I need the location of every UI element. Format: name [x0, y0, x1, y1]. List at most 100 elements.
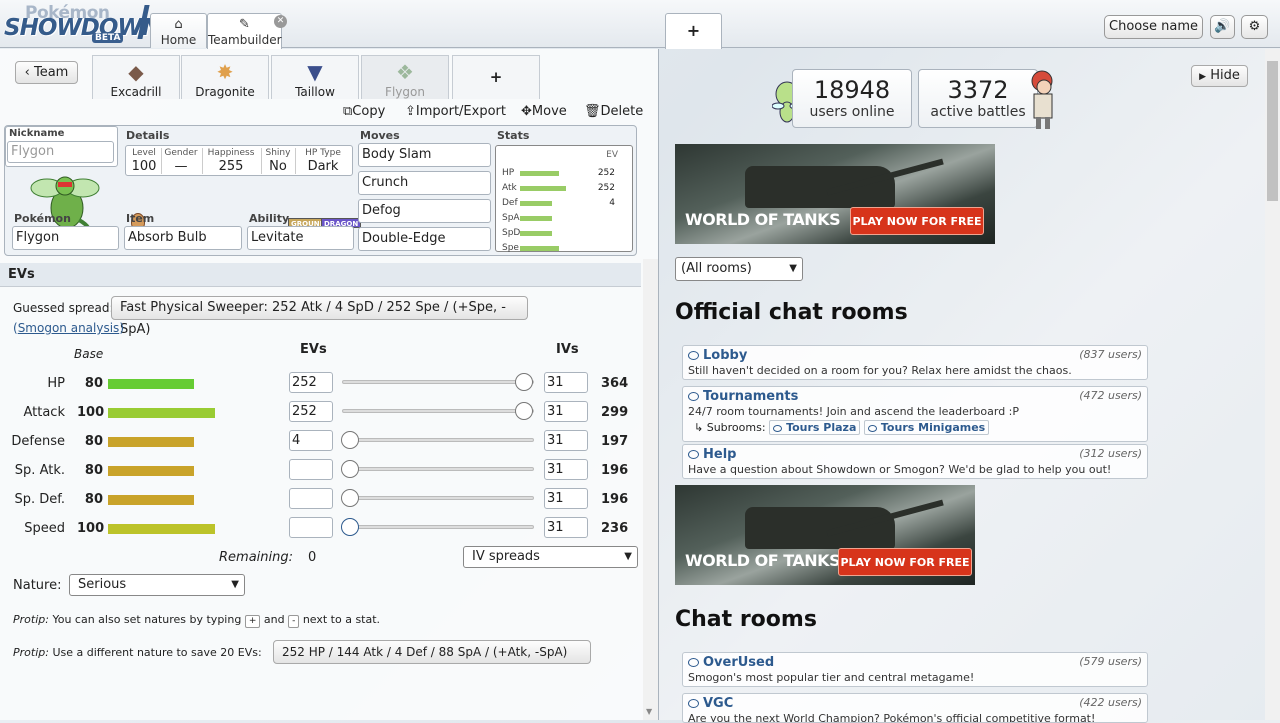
- move-4-input[interactable]: Double-Edge: [358, 227, 491, 251]
- base-stat-bar: [108, 495, 194, 505]
- editor-scrollbar[interactable]: [643, 259, 658, 720]
- tab-home-label: Home: [160, 33, 197, 47]
- active-battles-count: 3372: [947, 76, 1009, 104]
- iv-input[interactable]: 31: [544, 401, 588, 422]
- base-stat-bar: [108, 524, 215, 534]
- minus-key: -: [288, 615, 300, 628]
- item-input[interactable]: Absorb Bulb: [124, 226, 242, 250]
- room-tournaments[interactable]: Tournaments (472 users) 24/7 room tourna…: [682, 386, 1148, 442]
- nickname-box: Nickname Flygon: [5, 126, 118, 167]
- ev-slider[interactable]: [341, 489, 534, 507]
- active-battles-card[interactable]: 3372 active battles: [918, 69, 1038, 128]
- ev-input[interactable]: 252: [289, 372, 333, 393]
- copy-icon: ⧉: [343, 104, 353, 119]
- ev-slider-handle[interactable]: [515, 402, 533, 420]
- room-lobby[interactable]: Lobby (837 users) Still haven't decided …: [682, 345, 1148, 380]
- ev-slider-handle[interactable]: [515, 373, 533, 391]
- chat-bubble-icon: [688, 450, 699, 459]
- ability-input[interactable]: Levitate: [247, 226, 354, 250]
- ev-slider-handle[interactable]: [341, 431, 359, 449]
- ad-play-button[interactable]: PLAY NOW FOR FREE: [850, 207, 984, 235]
- ev-slider-handle[interactable]: [341, 460, 359, 478]
- ev-input[interactable]: 4: [289, 430, 333, 451]
- base-stat-bar: [108, 437, 194, 447]
- stats-summary-box[interactable]: EV HP 252 Atk 252 Def 4 SpA SpD Spe: [495, 145, 633, 253]
- settings-button[interactable]: ⚙: [1241, 15, 1268, 39]
- tank-image: [745, 166, 895, 208]
- scrollbar-thumb[interactable]: [1267, 61, 1278, 201]
- users-online-card[interactable]: 18948 users online: [792, 69, 912, 128]
- move-button[interactable]: ✥Move: [521, 104, 567, 119]
- sound-button[interactable]: 🔊: [1210, 15, 1235, 39]
- tab-teambuilder[interactable]: ✎ Teambuilder ✕: [207, 13, 287, 49]
- iv-spreads-select[interactable]: IV spreads ▼: [463, 546, 638, 568]
- nickname-input[interactable]: Flygon: [7, 141, 114, 163]
- delete-button[interactable]: 🗑Delete: [584, 104, 643, 119]
- choose-name-button[interactable]: Choose name: [1104, 15, 1203, 39]
- suggested-spread-button[interactable]: 252 HP / 144 Atk / 4 Def / 88 SpA / (+At…: [273, 640, 591, 664]
- page-scrollbar[interactable]: [1265, 49, 1280, 720]
- party-slot-taillow[interactable]: ▼ Taillow: [271, 55, 359, 99]
- move-2-input[interactable]: Crunch: [358, 171, 491, 195]
- ability-label: Ability: [249, 212, 290, 225]
- room-vgc[interactable]: VGC (422 users) Are you the next World C…: [682, 693, 1148, 723]
- iv-input[interactable]: 31: [544, 517, 588, 538]
- iv-input[interactable]: 31: [544, 488, 588, 509]
- ev-input[interactable]: 252: [289, 401, 333, 422]
- remaining-label: Remaining:: [219, 550, 293, 565]
- subroom-tours-plaza[interactable]: Tours Plaza: [769, 420, 861, 435]
- ev-slider[interactable]: [342, 373, 534, 391]
- party-slot-flygon[interactable]: ❖ Flygon: [361, 55, 449, 99]
- ev-slider[interactable]: [341, 431, 534, 449]
- tab-home[interactable]: ⌂ Home: [150, 13, 207, 48]
- subroom-tours-minigames[interactable]: Tours Minigames: [863, 420, 990, 435]
- room-overused[interactable]: OverUsed (579 users) Smogon's most popul…: [682, 652, 1148, 687]
- stat-base-value: 100: [77, 521, 105, 536]
- shiny-field: Shiny No: [263, 148, 293, 174]
- iv-input[interactable]: 31: [544, 372, 588, 393]
- world-of-tanks-ad-1[interactable]: WORLD OF TANKS PLAY NOW FOR FREE: [675, 144, 995, 244]
- stat-summary-ev: 252: [597, 168, 615, 178]
- iv-input[interactable]: 31: [544, 430, 588, 451]
- iv-input[interactable]: 31: [544, 459, 588, 480]
- pokemon-label: Pokémon: [14, 212, 71, 225]
- party-slot-excadrill[interactable]: ◆ Excadrill: [92, 55, 180, 99]
- move-1-input[interactable]: Body Slam: [358, 143, 491, 167]
- chevron-right-icon: ▶: [1199, 72, 1207, 82]
- ev-slider-handle[interactable]: [341, 518, 359, 536]
- room-help[interactable]: Help (312 users) Have a question about S…: [682, 444, 1148, 479]
- nature-select[interactable]: Serious ▼: [69, 574, 245, 596]
- gender-field: Gender —: [163, 148, 199, 174]
- close-tab-icon[interactable]: ✕: [274, 15, 287, 28]
- ad-play-button[interactable]: PLAY NOW FOR FREE: [838, 548, 972, 576]
- ev-input[interactable]: [289, 488, 333, 509]
- stat-summary-bar: [520, 216, 552, 221]
- back-to-team-button[interactable]: ‹ Team: [15, 61, 78, 84]
- base-column-header: Base: [74, 347, 104, 361]
- new-tab-button[interactable]: +: [665, 13, 722, 49]
- pokemon-input[interactable]: Flygon: [12, 226, 119, 250]
- room-filter-select[interactable]: (All rooms) ▼: [675, 257, 803, 281]
- ev-slider[interactable]: [341, 518, 534, 536]
- showdown-logo[interactable]: Pokémon SHOWDOWN BETA: [3, 2, 161, 46]
- hide-button[interactable]: ▶ Hide: [1191, 65, 1248, 87]
- scroll-down-arrow[interactable]: ▼: [646, 707, 652, 716]
- room-user-count: (422 users): [1079, 696, 1142, 709]
- gender-value: —: [174, 159, 188, 174]
- move-3-input[interactable]: Defog: [358, 199, 491, 223]
- ev-slider[interactable]: [342, 402, 534, 420]
- ev-input[interactable]: [289, 459, 333, 480]
- import-export-button[interactable]: ⇪Import/Export: [405, 104, 506, 119]
- details-box[interactable]: Level 100 Gender — Happiness 255 Shiny No HP…: [125, 145, 353, 176]
- ev-slider[interactable]: [341, 460, 534, 478]
- world-of-tanks-ad-2[interactable]: WORLD OF TANKS PLAY NOW FOR FREE: [675, 485, 975, 585]
- copy-button[interactable]: ⧉Copy: [343, 104, 385, 119]
- party-slot-dragonite[interactable]: ✸ Dragonite: [181, 55, 269, 99]
- ev-input[interactable]: [289, 517, 333, 538]
- logo-beta-badge: BETA: [92, 33, 124, 43]
- ev-slider-handle[interactable]: [341, 489, 359, 507]
- guessed-spread-button[interactable]: Fast Physical Sweeper: 252 Atk / 4 SpD /…: [111, 296, 528, 337]
- main-menu-panel: ▶ Hide 18948 users online 3372 active ba…: [660, 49, 1280, 723]
- add-pokemon-button[interactable]: +: [452, 55, 540, 99]
- smogon-analysis-link[interactable]: Smogon analysis: [18, 321, 120, 335]
